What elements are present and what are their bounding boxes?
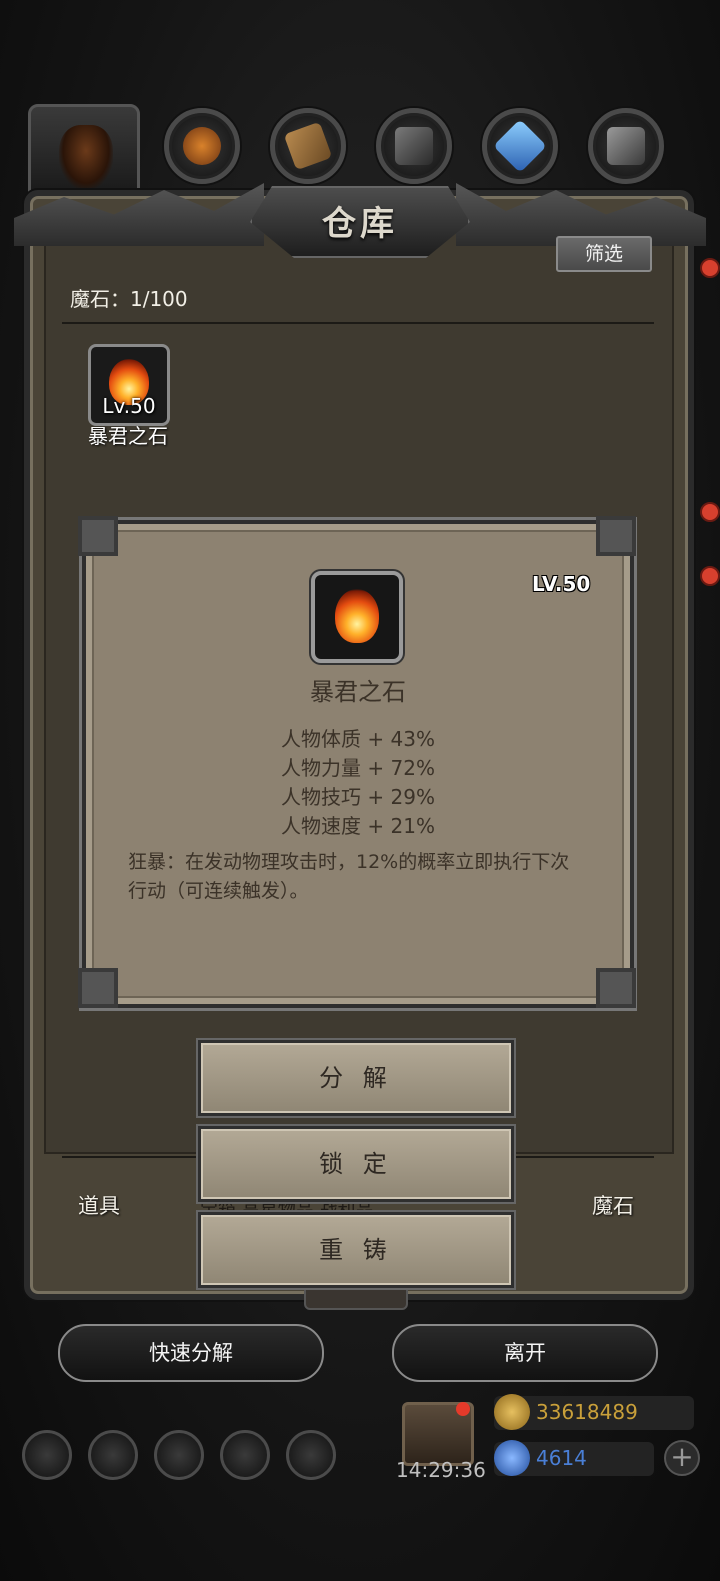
notification-badge [456, 1402, 470, 1416]
add-currency-button[interactable]: + [664, 1440, 700, 1476]
armor-plate-icon [395, 127, 433, 165]
mail-icon[interactable] [220, 1430, 270, 1480]
popup-corner [78, 968, 118, 1008]
crystal-icon [493, 119, 547, 173]
stat-line: 人物速度 + 21% [281, 814, 435, 838]
hooded-figure-icon [59, 125, 113, 189]
ranking-icon[interactable] [154, 1430, 204, 1480]
settings-gear-icon[interactable] [22, 1430, 72, 1480]
lock-button[interactable]: 锁 定 [198, 1126, 514, 1202]
ore-icon [607, 127, 645, 165]
divider [62, 322, 654, 324]
side-notification-dot[interactable] [700, 258, 720, 278]
clock-time: 14:29:36 [396, 1458, 486, 1482]
gem-amount: 4614 [536, 1446, 587, 1470]
popup-corner [78, 516, 118, 556]
tab-materials[interactable] [270, 108, 346, 184]
quick-decompose-button[interactable]: 快速分解 [58, 1324, 324, 1382]
side-notification-dot[interactable] [700, 502, 720, 522]
stat-line: 人物体质 + 43% [281, 727, 435, 751]
item-level: Lv.50 [102, 394, 156, 418]
item-name: 暴君之石 [88, 424, 168, 448]
stat-line: 人物技巧 + 29% [281, 785, 435, 809]
shop-icon[interactable] [286, 1430, 336, 1480]
gold-coin-icon [494, 1394, 530, 1430]
popup-corner [596, 968, 636, 1008]
side-notification-dot[interactable] [700, 566, 720, 586]
flame-stone-icon [335, 589, 379, 643]
stat-line: 人物力量 + 72% [281, 756, 435, 780]
category-tabs [24, 104, 704, 196]
tab-items[interactable]: 道具 [78, 1190, 120, 1220]
gold-amount: 33618489 [536, 1400, 638, 1424]
leave-button[interactable]: 离开 [392, 1324, 658, 1382]
tab-magic-stones[interactable]: 魔石 [592, 1190, 634, 1220]
achievement-icon[interactable] [88, 1430, 138, 1480]
potion-icon [183, 127, 221, 165]
detail-description: 狂暴：在发动物理攻击时，12%的概率立即执行下次行动（可连续触发）。 [128, 851, 570, 902]
tab-potions[interactable] [164, 108, 240, 184]
page-title: 仓库 [322, 204, 398, 244]
filter-button[interactable]: 筛选 [556, 236, 652, 272]
gem-icon [494, 1440, 530, 1476]
tab-character[interactable] [28, 104, 140, 196]
detail-item-name: 暴君之石 [310, 678, 406, 706]
tab-ore[interactable] [588, 108, 664, 184]
tab-crystals[interactable] [482, 108, 558, 184]
wood-icon [283, 121, 333, 171]
tab-armor[interactable] [376, 108, 452, 184]
reforge-button[interactable]: 重 铸 [198, 1212, 514, 1288]
decompose-button[interactable]: 分 解 [198, 1040, 514, 1116]
detail-level: LV.50 [532, 572, 591, 596]
detail-item-icon [311, 571, 403, 663]
capacity-label: 魔石：1/100 [70, 287, 188, 311]
popup-corner [596, 516, 636, 556]
